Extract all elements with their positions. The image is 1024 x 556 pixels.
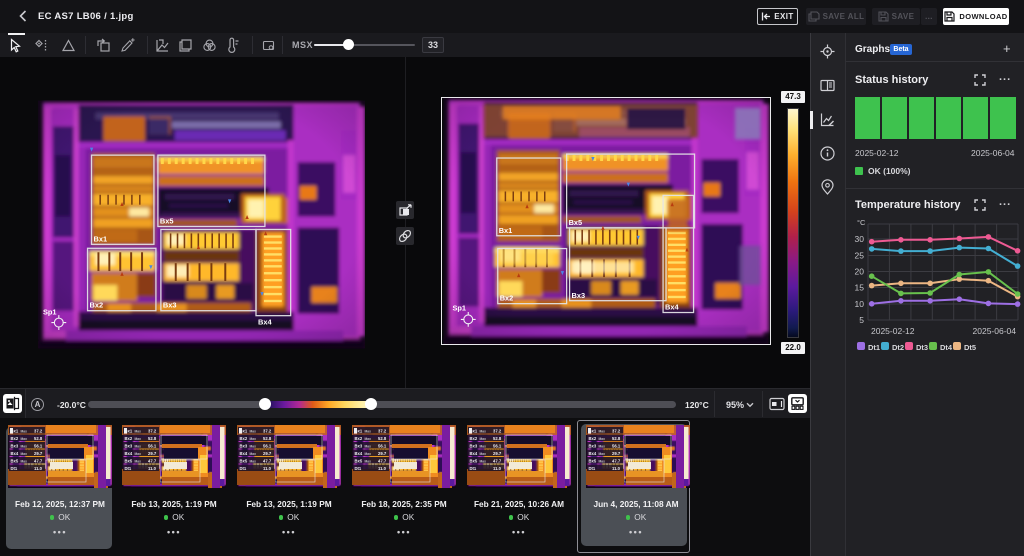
svg-text:Bx5: Bx5 [160, 217, 174, 226]
svg-text:2025-06-04: 2025-06-04 [973, 326, 1017, 336]
svg-text:Sp1: Sp1 [43, 308, 57, 317]
svg-text:Sp1: Sp1 [452, 304, 466, 313]
svg-text:20: 20 [855, 267, 865, 277]
svg-text:Bx4: Bx4 [258, 318, 272, 327]
svg-text:10: 10 [855, 299, 865, 309]
svg-text:2025-02-12: 2025-02-12 [871, 326, 915, 336]
svg-text:°C: °C [857, 218, 866, 227]
svg-text:Bx3: Bx3 [163, 301, 177, 310]
svg-text:Bx2: Bx2 [500, 294, 514, 303]
svg-text:25: 25 [855, 251, 865, 261]
svg-text:Bx2: Bx2 [90, 301, 104, 310]
svg-text:30: 30 [855, 234, 865, 244]
svg-text:Bx5: Bx5 [569, 218, 583, 227]
svg-text:5: 5 [859, 315, 864, 325]
svg-text:15: 15 [855, 283, 865, 293]
svg-text:Bx3: Bx3 [572, 291, 586, 300]
svg-text:Bx4: Bx4 [665, 303, 679, 312]
svg-text:Bx1: Bx1 [499, 226, 513, 235]
svg-text:Bx1: Bx1 [93, 234, 107, 243]
